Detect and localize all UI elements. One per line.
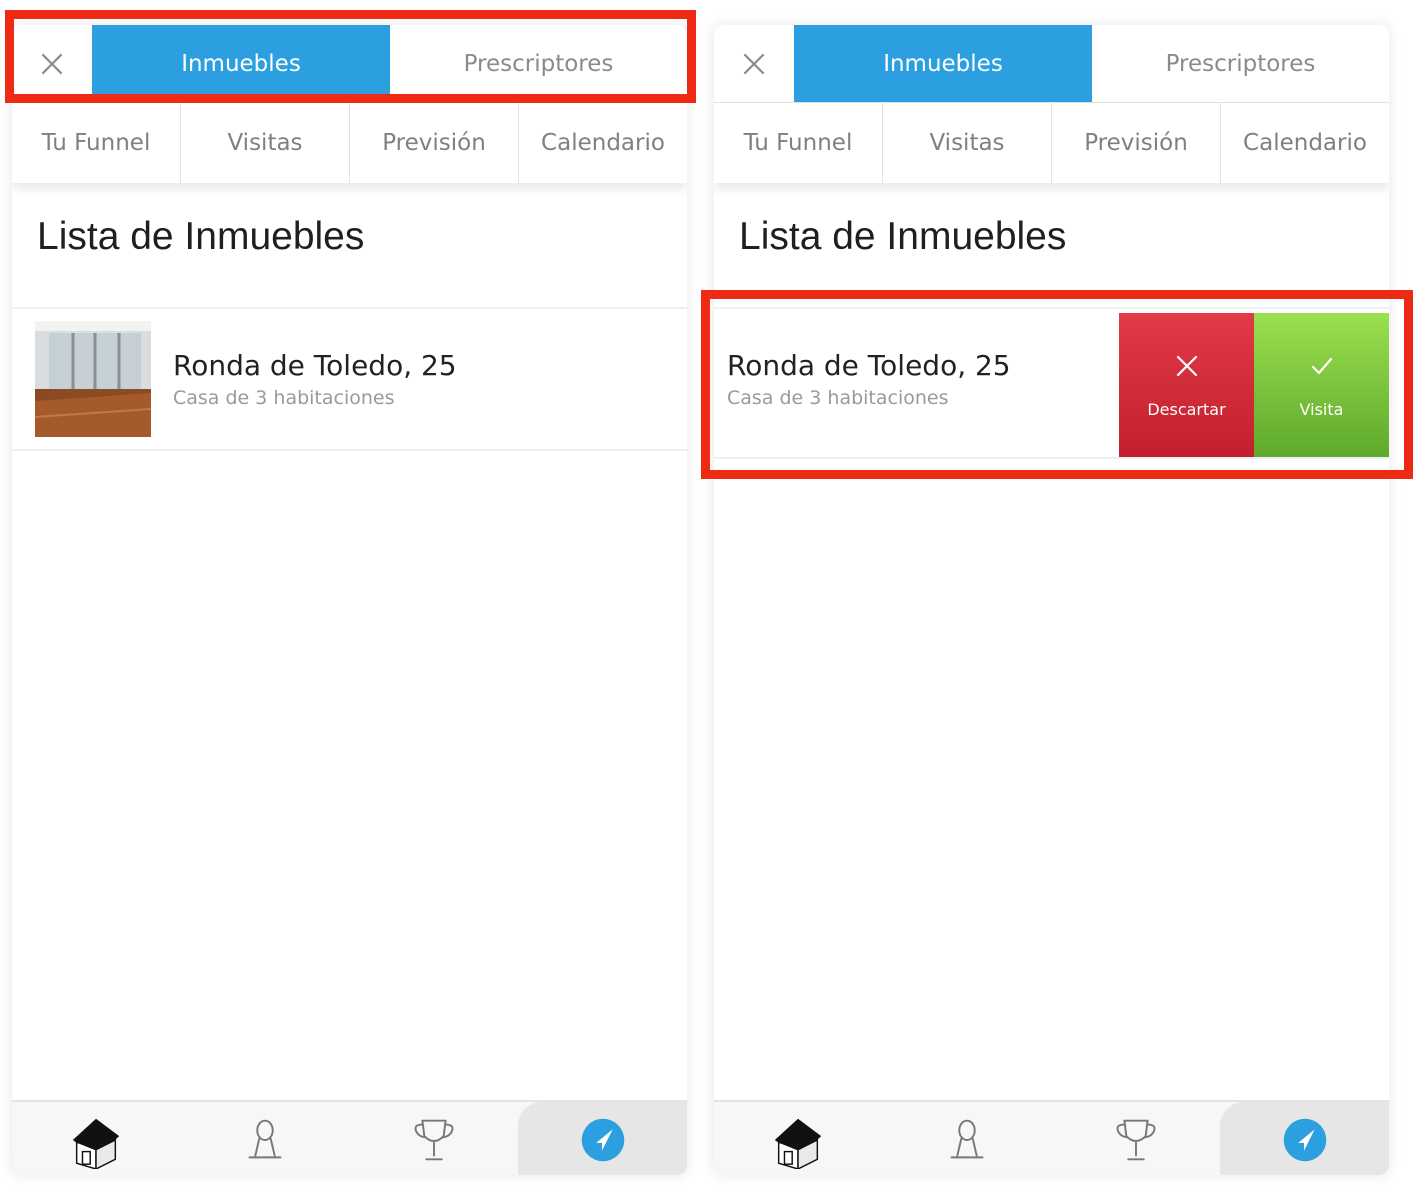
phone-screen-left: Inmuebles Prescriptores Tu Funnel Visita… — [12, 25, 687, 1175]
sub-tab-bar: Tu Funnel Visitas Previsión Calendario — [714, 102, 1389, 183]
property-row-content: Ronda de Toledo, 25 Casa de 3 habitacion… — [12, 313, 687, 449]
tab-navigation[interactable] — [518, 1102, 687, 1175]
bottom-tab-bar — [12, 1100, 687, 1175]
divider — [12, 307, 687, 309]
segmented-control: Inmuebles Prescriptores — [714, 25, 1389, 102]
navigation-icon — [1283, 1118, 1326, 1161]
tab-achievements[interactable] — [350, 1102, 519, 1175]
property-list-item[interactable]: Ronda de Toledo, 25 Casa de 3 habitacion… — [12, 313, 687, 449]
tab-profile[interactable] — [181, 1102, 350, 1175]
person-icon — [950, 1119, 984, 1158]
tab-prevision[interactable]: Previsión — [349, 103, 518, 183]
page-title: Lista de Inmuebles — [739, 215, 1067, 258]
tab-calendario[interactable]: Calendario — [518, 103, 687, 183]
tab-home[interactable] — [12, 1102, 181, 1175]
house-icon — [73, 1118, 120, 1169]
bottom-tab-bar — [714, 1100, 1389, 1175]
tab-home[interactable] — [714, 1102, 883, 1175]
tab-visitas[interactable]: Visitas — [882, 103, 1051, 183]
trophy-icon — [1116, 1119, 1156, 1160]
divider — [12, 449, 687, 451]
page-title: Lista de Inmuebles — [37, 215, 365, 258]
sub-tab-bar: Tu Funnel Visitas Previsión Calendario — [12, 102, 687, 183]
navigation-icon — [581, 1118, 624, 1161]
tab-navigation[interactable] — [1220, 1102, 1389, 1175]
tab-prevision[interactable]: Previsión — [1051, 103, 1220, 183]
tab-calendario[interactable]: Calendario — [1220, 103, 1389, 183]
close-icon — [743, 53, 765, 74]
tab-visitas[interactable]: Visitas — [180, 103, 349, 183]
tab-tu-funnel[interactable]: Tu Funnel — [714, 103, 882, 183]
highlight-box-tabs — [5, 10, 696, 103]
property-subtitle: Casa de 3 habitaciones — [173, 387, 395, 409]
house-icon — [775, 1118, 822, 1169]
person-icon — [248, 1119, 282, 1158]
close-button[interactable] — [714, 25, 794, 102]
tab-profile[interactable] — [883, 1102, 1052, 1175]
tab-achievements[interactable] — [1052, 1102, 1221, 1175]
phone-screen-right: Inmuebles Prescriptores Tu Funnel Visita… — [714, 25, 1389, 1175]
property-title: Ronda de Toledo, 25 — [173, 349, 457, 382]
tab-inmuebles[interactable]: Inmuebles — [794, 25, 1092, 102]
property-thumbnail — [35, 321, 151, 437]
tab-prescriptores[interactable]: Prescriptores — [1092, 25, 1389, 102]
highlight-box-swipe-actions — [701, 290, 1413, 479]
trophy-icon — [414, 1119, 454, 1160]
tab-tu-funnel[interactable]: Tu Funnel — [12, 103, 180, 183]
